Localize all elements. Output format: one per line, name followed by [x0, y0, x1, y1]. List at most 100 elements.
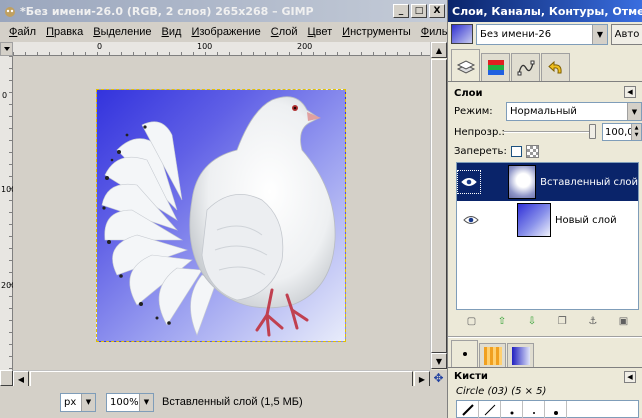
brush-cell[interactable]	[523, 401, 545, 418]
image-select[interactable]: Без имени-26 ▼	[476, 23, 608, 45]
spin-arrows-icon[interactable]: ▲ ▼	[631, 124, 641, 140]
window-title: *Без имени-26.0 (RGB, 2 слоя) 265x268 – …	[20, 4, 314, 18]
menu-edit[interactable]: Правка	[41, 26, 88, 38]
scroll-right-button[interactable]: ▶	[414, 371, 430, 387]
eye-icon	[461, 178, 477, 186]
layers-panel-title: Слои	[454, 87, 483, 99]
dove-image	[101, 96, 336, 337]
layer-list[interactable]: Вставленный слой Новый слой	[456, 162, 639, 310]
layers-panel-header: Слои ◀	[454, 85, 640, 101]
opacity-value: 100,0	[605, 126, 634, 138]
image-canvas[interactable]	[96, 89, 346, 342]
opacity-spinbox[interactable]: 100,0 ▲ ▼	[602, 123, 642, 141]
brushes-panel-title: Кисти	[454, 371, 488, 382]
tab-patterns[interactable]	[479, 343, 506, 367]
vertical-scrollbar[interactable]: ▲ ▼	[430, 42, 447, 370]
gimp-image-window: *Без имени-26.0 (RGB, 2 слоя) 265x268 – …	[0, 0, 447, 418]
layer-row[interactable]: Новый слой	[457, 201, 638, 239]
pattern-icon	[483, 346, 502, 365]
ruler-h-label: 100	[197, 42, 213, 51]
menubar: Файл Правка Выделение Вид Изображение Сл…	[0, 22, 447, 42]
visibility-toggle[interactable]	[457, 163, 481, 201]
duplicate-layer-icon[interactable]: ❐	[558, 316, 567, 327]
auto-button[interactable]: Авто	[611, 23, 642, 45]
maximize-button[interactable]: □	[411, 4, 427, 18]
horizontal-ruler[interactable]	[13, 42, 430, 56]
status-message: Вставленный слой (1,5 МБ)	[162, 396, 303, 408]
channels-icon	[487, 59, 504, 75]
gradient-icon	[511, 346, 530, 365]
ruler-h-label: 200	[297, 42, 313, 51]
image-window-titlebar[interactable]: *Без имени-26.0 (RGB, 2 слоя) 265x268 – …	[0, 0, 447, 22]
unit-select[interactable]: px ▼	[60, 392, 96, 412]
dock-separator[interactable]	[448, 336, 642, 338]
layer-row[interactable]: Вставленный слой	[457, 163, 638, 201]
chevron-down-icon: ▼	[592, 24, 607, 44]
menu-view[interactable]: Вид	[157, 26, 187, 38]
scroll-left-button[interactable]: ◀	[13, 371, 29, 387]
menu-select[interactable]: Выделение	[88, 26, 156, 38]
raise-layer-icon[interactable]: ⇧	[498, 316, 506, 327]
tab-undo-history[interactable]	[541, 53, 570, 81]
delete-layer-icon[interactable]: ▣	[619, 316, 628, 327]
lock-row: Запереть:	[454, 143, 640, 159]
layers-icon	[456, 59, 475, 74]
canvas-area[interactable]	[13, 56, 430, 370]
minimize-button[interactable]: _	[393, 4, 409, 18]
anchor-layer-icon[interactable]: ⚓	[588, 316, 597, 327]
horizontal-scrollbar[interactable]: ◀ ▶	[13, 370, 430, 387]
zoom-select[interactable]: 100% ▼	[106, 392, 154, 412]
zoom-value: 100%	[110, 396, 139, 408]
menu-filters[interactable]: Фильт	[416, 26, 447, 38]
lock-alpha-checkbox[interactable]	[510, 145, 522, 157]
horizontal-scroll-thumb[interactable]	[30, 371, 413, 387]
layer-name[interactable]: Вставленный слой	[540, 177, 638, 188]
brush-preview-icon	[484, 404, 495, 416]
tab-gradients[interactable]	[507, 343, 534, 367]
new-layer-icon[interactable]: ▢	[467, 316, 476, 327]
tab-paths[interactable]	[511, 53, 540, 81]
brush-preview-icon	[461, 404, 474, 416]
brush-cell[interactable]	[457, 401, 479, 418]
mode-select[interactable]: Нормальный ▼	[506, 102, 642, 121]
opacity-slider-track[interactable]	[504, 131, 592, 133]
dock-titlebar[interactable]: Слои, Каналы, Контуры, Отме...	[448, 0, 642, 22]
brush-cell[interactable]	[545, 401, 567, 418]
opacity-label: Непрозр.:	[454, 126, 505, 138]
image-name: Без имени-26	[480, 28, 552, 40]
tab-layers[interactable]	[451, 49, 480, 81]
unit-value: px	[64, 396, 77, 408]
brush-cell[interactable]	[479, 401, 501, 418]
ruler-v-label: 200	[1, 282, 16, 290]
layers-dock: Слои, Каналы, Контуры, Отме... Без имени…	[447, 0, 642, 418]
menu-tools[interactable]: Инструменты	[337, 26, 416, 38]
panel-menu-icon[interactable]: ◀	[624, 86, 636, 98]
opacity-slider-thumb[interactable]	[589, 124, 596, 139]
vertical-scroll-thumb[interactable]	[431, 59, 447, 353]
quick-mask-toggle[interactable]	[0, 370, 13, 386]
menu-colors[interactable]: Цвет	[303, 26, 338, 38]
menu-layer[interactable]: Слой	[266, 26, 303, 38]
brush-cell[interactable]	[501, 401, 523, 418]
current-brush-name: Circle (03) (5 × 5)	[456, 386, 547, 397]
chevron-down-icon: ▼	[627, 103, 641, 120]
scroll-down-button[interactable]: ▼	[431, 353, 447, 369]
ruler-corner-menu-button[interactable]	[0, 42, 13, 56]
scroll-up-button[interactable]: ▲	[431, 42, 447, 58]
tab-brushes[interactable]	[451, 340, 478, 367]
tab-channels[interactable]	[481, 53, 510, 81]
menu-image[interactable]: Изображение	[186, 26, 265, 38]
menu-file[interactable]: Файл	[4, 26, 41, 38]
layer-action-buttons: ▢ ⇧ ⇩ ❐ ⚓ ▣	[456, 312, 639, 330]
ruler-v-label: 100	[1, 186, 16, 194]
brush-grid[interactable]	[456, 400, 639, 418]
visibility-toggle[interactable]	[457, 201, 485, 239]
panel-menu-icon[interactable]: ◀	[624, 371, 636, 383]
vertical-ruler[interactable]	[0, 56, 13, 370]
navigate-icon[interactable]: ✥	[430, 370, 447, 386]
layer-thumbnail	[507, 165, 537, 199]
layer-name[interactable]: Новый слой	[555, 215, 617, 226]
lower-layer-icon[interactable]: ⇩	[528, 316, 536, 327]
close-button[interactable]: X	[429, 4, 445, 18]
dock-tab-bar-2	[448, 340, 642, 368]
